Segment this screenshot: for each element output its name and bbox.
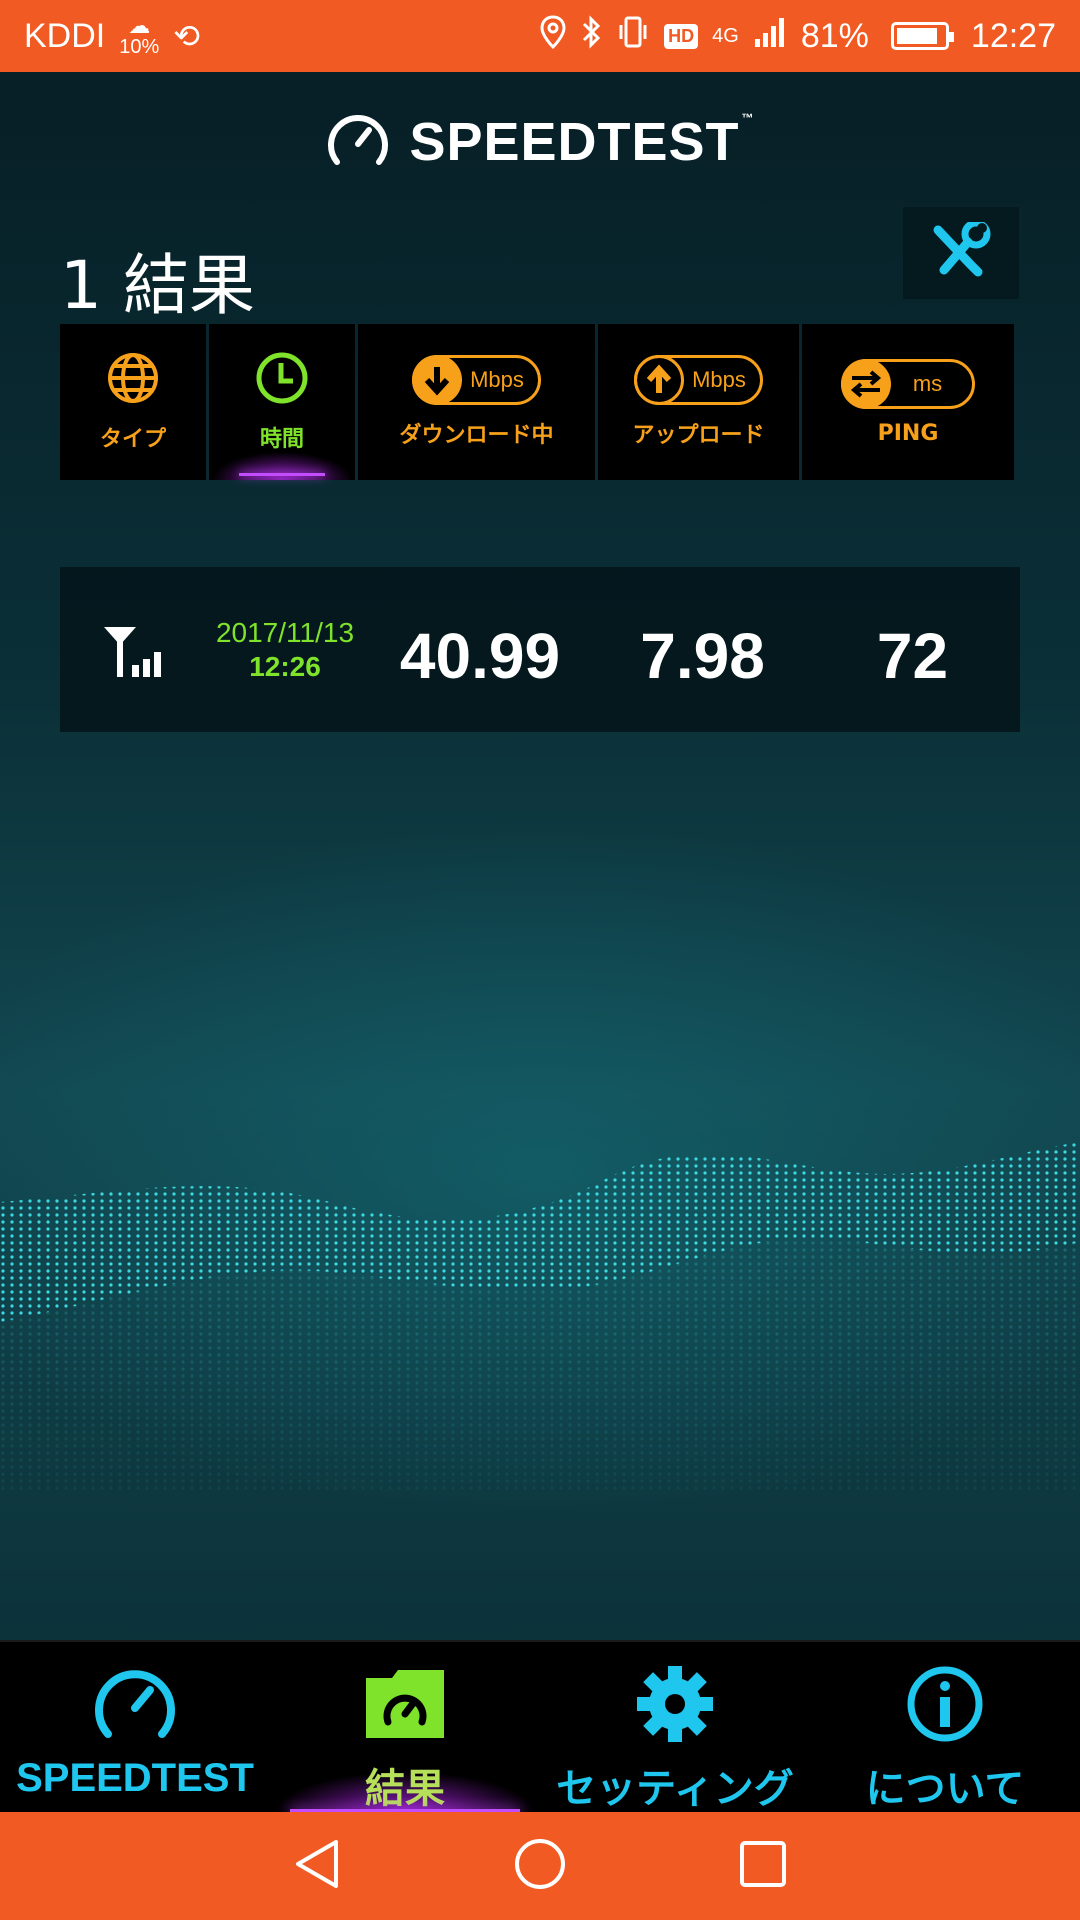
column-time[interactable]: 時間 <box>209 324 355 480</box>
battery-percent: 81% <box>800 16 869 55</box>
clock-icon <box>255 351 309 409</box>
speedometer-icon <box>92 1664 178 1748</box>
nav-results-label: 結果 <box>365 1767 445 1811</box>
result-row[interactable]: 2017/11/13 12:26 40.99 7.98 72 <box>60 567 1020 732</box>
bottom-navigation: SPEEDTEST 結果 セッティング について <box>0 1640 1080 1812</box>
app-logo: SPEEDTEST ™ <box>0 110 1080 174</box>
carrier-label: KDDI <box>24 16 106 55</box>
speedometer-logo-icon <box>325 110 391 174</box>
results-count-title: 1 結果 <box>60 247 255 324</box>
download-unit: Mbps <box>470 367 524 392</box>
location-icon <box>540 14 566 58</box>
tools-icon <box>930 219 992 284</box>
ping-pill: ms <box>840 358 976 409</box>
system-navigation-bar <box>0 1812 1080 1920</box>
ping-arrows-icon <box>840 358 891 409</box>
weather-icon: ☁ 10% <box>119 13 160 58</box>
status-time: 12:27 <box>970 16 1056 55</box>
nav-settings-label: セッティング <box>556 1767 794 1811</box>
nav-about[interactable]: について <box>810 1642 1080 1812</box>
column-download-label: ダウンロード中 <box>399 423 554 448</box>
vibrate-icon <box>616 15 650 58</box>
upload-unit: Mbps <box>692 367 746 392</box>
column-time-label: 時間 <box>259 427 304 452</box>
battery-icon <box>890 22 954 50</box>
result-upload: 7.98 <box>640 619 765 692</box>
network-type: 4G <box>712 25 739 47</box>
column-upload[interactable]: Mbps アップロード <box>598 324 799 480</box>
logo-text: SPEEDTEST ™ <box>409 111 755 172</box>
upload-pill: Mbps <box>634 355 763 405</box>
globe-icon <box>106 351 160 409</box>
results-folder-icon <box>362 1664 448 1748</box>
column-download[interactable]: Mbps ダウンロード中 <box>358 324 595 480</box>
result-time: 2017/11/13 12:26 <box>210 617 360 683</box>
result-date-text: 2017/11/13 <box>215 616 355 648</box>
nav-speedtest-label: SPEEDTEST <box>16 1756 254 1800</box>
signal-icon <box>753 15 787 58</box>
result-ping: 72 <box>876 619 949 692</box>
column-type[interactable]: タイプ <box>60 324 206 480</box>
status-bar: KDDI ☁ 10% ⟲ HD 4G 81% 12:27 <box>0 0 1080 72</box>
results-column-headers: タイプ 時間 Mbps ダウンロード中 Mbps アップロード ms PING <box>60 324 1020 480</box>
upload-arrow-icon <box>634 355 685 405</box>
main-content: SPEEDTEST ™ 1 結果 タイプ 時間 Mbps ダウンロード中 Mbp… <box>0 72 1080 1640</box>
home-icon[interactable] <box>512 1836 568 1896</box>
result-clock-text: 12:26 <box>249 650 321 682</box>
rotate-icon: ⟲ <box>173 18 201 54</box>
result-download: 40.99 <box>399 619 561 692</box>
download-arrow-icon <box>412 355 463 405</box>
nav-about-label: について <box>865 1767 1025 1811</box>
column-upload-label: アップロード <box>632 423 765 448</box>
info-icon <box>902 1664 988 1748</box>
column-ping-label: PING <box>877 420 939 446</box>
recents-icon[interactable] <box>738 1839 788 1893</box>
bluetooth-icon <box>580 14 602 58</box>
nav-speedtest[interactable]: SPEEDTEST <box>0 1642 270 1812</box>
download-pill: Mbps <box>412 355 541 405</box>
back-icon[interactable] <box>292 1836 342 1896</box>
nav-settings[interactable]: セッティング <box>540 1642 810 1812</box>
column-ping[interactable]: ms PING <box>802 324 1014 480</box>
tools-button[interactable] <box>903 207 1019 299</box>
particle-wave-decoration <box>0 1142 1080 1492</box>
column-type-label: タイプ <box>99 427 166 452</box>
nav-results[interactable]: 結果 <box>270 1642 540 1812</box>
weather-percent: 10% <box>119 36 160 58</box>
gear-icon <box>632 1664 718 1748</box>
hd-badge: HD <box>664 23 699 49</box>
cellular-signal-icon <box>100 621 170 685</box>
result-type <box>60 615 210 685</box>
ping-unit: ms <box>912 370 943 396</box>
